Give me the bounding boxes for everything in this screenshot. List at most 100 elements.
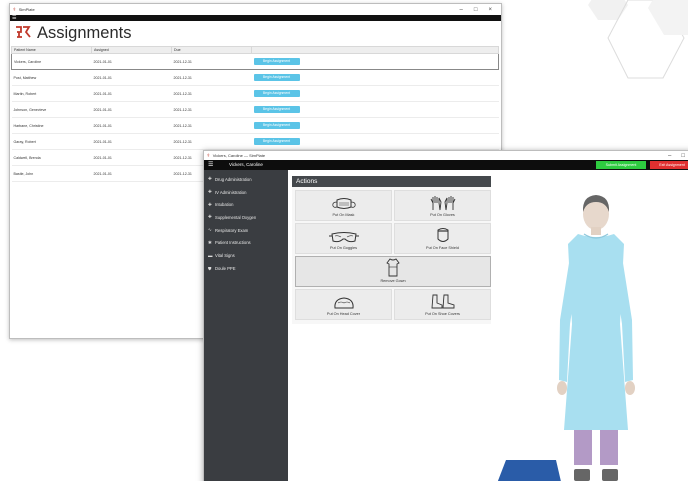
patient-right-hand xyxy=(625,381,635,395)
sidebar-item-label: Intubation xyxy=(215,202,234,208)
sidebar-item-label: Vital Signs xyxy=(215,252,235,258)
put-on-gloves-button[interactable]: Put On Gloves xyxy=(394,190,491,221)
actions-grid: Put On Mask Put On Gloves Put On Goggles… xyxy=(292,187,491,320)
submit-assignment-button[interactable]: Submit Assignment xyxy=(596,161,646,169)
patient-topbar: ☰ Vickers, Caroline Submit Assignment Ex… xyxy=(204,160,688,170)
begin-assignment-button[interactable]: Begin Assignment xyxy=(253,58,300,65)
patient-name-cell: Post, Matthew xyxy=(11,69,92,86)
window-title: Vickers, Caroline — SimPlate xyxy=(212,153,266,158)
action-label: Put On Head Cover xyxy=(326,312,361,316)
minimize-button[interactable]: – xyxy=(460,7,463,13)
begin-assignment-button[interactable]: Begin Assignment xyxy=(253,90,300,97)
maximize-button[interactable]: □ xyxy=(474,7,478,13)
table-header-row: Patient Name Assigned Due xyxy=(11,46,499,54)
patient-right-shoe xyxy=(602,469,618,481)
remove-gown-button[interactable]: Remove Gown xyxy=(295,256,491,287)
oxygen-icon: ✚ xyxy=(208,214,212,220)
table-row[interactable]: Harbane, Christine 2021-01-01 2021-12-31… xyxy=(11,117,499,134)
patient-simulation-window: ⚕ Vickers, Caroline — SimPlate – □ ☰ Vic… xyxy=(203,150,688,481)
begin-assignment-button[interactable]: Begin Assignment xyxy=(253,122,300,129)
floor-mat xyxy=(498,460,561,481)
gloves-icon xyxy=(430,196,455,211)
action-label: Put On Face Shield xyxy=(426,246,459,250)
sidebar-item-vital-signs[interactable]: ▬ Vital Signs xyxy=(204,249,288,262)
patient-name-cell: Vickers, Caroline xyxy=(11,53,92,70)
app-small-icon: ⚕ xyxy=(207,152,210,159)
table-row[interactable]: Johnson, Genevieve 2021-01-01 2021-12-31… xyxy=(11,101,499,118)
column-header[interactable]: Due xyxy=(171,46,252,54)
sidebar-item-patient-instructions[interactable]: ✱ Patient Instructions xyxy=(204,236,288,249)
head-cover-icon xyxy=(333,297,354,309)
shield-icon: ⛊ xyxy=(208,265,212,271)
assigned-date-cell: 2021-01-01 xyxy=(91,133,172,150)
gown-icon xyxy=(386,258,400,277)
sidebar-item-doule-ppe[interactable]: ⛊ Doule PPE xyxy=(204,262,288,275)
sidebar-item-intubation[interactable]: ✚ Intubation xyxy=(204,198,288,211)
hamburger-menu-icon[interactable]: ☰ xyxy=(208,161,213,168)
lungs-icon: ∿ xyxy=(208,227,212,233)
assigned-date-cell: 2021-01-01 xyxy=(91,149,172,166)
assigned-date-cell: 2021-01-01 xyxy=(91,101,172,118)
table-row[interactable]: Post, Matthew 2021-01-01 2021-12-31 Begi… xyxy=(11,69,499,86)
put-on-head-cover-button[interactable]: Put On Head Cover xyxy=(295,289,392,320)
begin-assignment-button[interactable]: Begin Assignment xyxy=(253,74,300,81)
close-button[interactable]: × xyxy=(488,7,492,13)
put-on-shoe-covers-button[interactable]: Put On Shoe Covers xyxy=(394,289,491,320)
action-label: Remove Gown xyxy=(380,279,406,283)
intubate-icon: ✚ xyxy=(208,201,212,207)
patient-name-cell: Harbane, Christine xyxy=(11,117,92,134)
sidebar-item-label: IV Administration xyxy=(215,189,247,195)
table-row[interactable]: Martin, Robert 2021-01-01 2021-12-31 Beg… xyxy=(11,85,499,102)
assignments-titlebar: ⚕ SimPlate – □ × xyxy=(10,4,501,15)
assigned-date-cell: 2021-01-01 xyxy=(91,117,172,134)
sidebar-item-label: Drug Administration xyxy=(215,176,252,182)
begin-assignment-button[interactable]: Begin Assignment xyxy=(253,106,300,113)
patient-avatar xyxy=(498,195,635,481)
assigned-date-cell: 2021-01-01 xyxy=(91,69,172,86)
column-header[interactable]: Assigned xyxy=(91,46,172,54)
patient-name-cell: Martin, Robert xyxy=(11,85,92,102)
put-on-goggles-button[interactable]: Put On Goggles xyxy=(295,223,392,254)
page-header: Assignments xyxy=(10,21,501,46)
maximize-button[interactable]: □ xyxy=(681,153,685,159)
actions-panel: Actions Put On Mask Put On Gloves Put On… xyxy=(292,176,491,324)
put-on-face-shield-button[interactable]: Put On Face Shield xyxy=(394,223,491,254)
table-row[interactable]: Vickers, Caroline 2021-01-01 2021-12-31 … xyxy=(11,53,499,70)
face-shield-icon xyxy=(437,228,448,242)
monitor-icon: ▬ xyxy=(208,252,213,258)
assigned-date-cell: 2021-01-01 xyxy=(91,165,172,182)
minimize-button[interactable]: – xyxy=(668,153,671,159)
sidebar: ✚ Drug Administration ✚ IV Administratio… xyxy=(204,170,288,481)
patient-gown xyxy=(564,234,628,430)
begin-assignment-button[interactable]: Begin Assignment xyxy=(253,138,300,145)
window-title: SimPlate xyxy=(18,7,35,12)
app-small-icon: ⚕ xyxy=(13,6,16,13)
action-label: Put On Gloves xyxy=(430,213,455,217)
sidebar-item-supplemental-oxygen[interactable]: ✚ Supplemental Oxygen xyxy=(204,211,288,224)
patient-name-cell: Caldwell, Brenda xyxy=(11,149,92,166)
hamburger-menu-icon[interactable]: ☰ xyxy=(12,15,16,21)
sidebar-item-drug-administration[interactable]: ✚ Drug Administration xyxy=(204,173,288,186)
column-header[interactable]: Patient Name xyxy=(11,46,92,54)
due-date-cell: 2021-12-31 xyxy=(171,117,252,134)
app-logo-icon xyxy=(14,25,34,43)
column-header xyxy=(251,46,499,54)
patient-name-cell: Bastle, John xyxy=(11,165,92,182)
sidebar-item-respiratory-exam[interactable]: ∿ Respiratory Exam xyxy=(204,224,288,237)
hexagon-decoration xyxy=(588,0,688,79)
exit-assignment-button[interactable]: Exit Assignment xyxy=(650,161,688,169)
sidebar-item-label: Supplemental Oxygen xyxy=(215,214,257,220)
put-on-mask-button[interactable]: Put On Mask xyxy=(295,190,392,221)
sidebar-item-iv-administration[interactable]: ✚ IV Administration xyxy=(204,186,288,199)
shoe-covers-icon xyxy=(431,294,454,309)
sidebar-item-label: Respiratory Exam xyxy=(215,227,249,233)
table-row[interactable]: Garay, Robert 2021-01-01 2021-12-31 Begi… xyxy=(11,133,499,150)
pill-icon: ✚ xyxy=(208,176,212,182)
patient-name: Vickers, Caroline xyxy=(229,162,263,167)
assigned-date-cell: 2021-01-01 xyxy=(91,53,172,70)
action-label: Put On Mask xyxy=(332,213,355,217)
patient-name-cell: Johnson, Genevieve xyxy=(11,101,92,118)
due-date-cell: 2021-12-31 xyxy=(171,85,252,102)
desktop: ⚕ SimPlate – □ × ☰ Assignments Patient N… xyxy=(0,0,688,481)
mask-icon xyxy=(331,198,356,209)
